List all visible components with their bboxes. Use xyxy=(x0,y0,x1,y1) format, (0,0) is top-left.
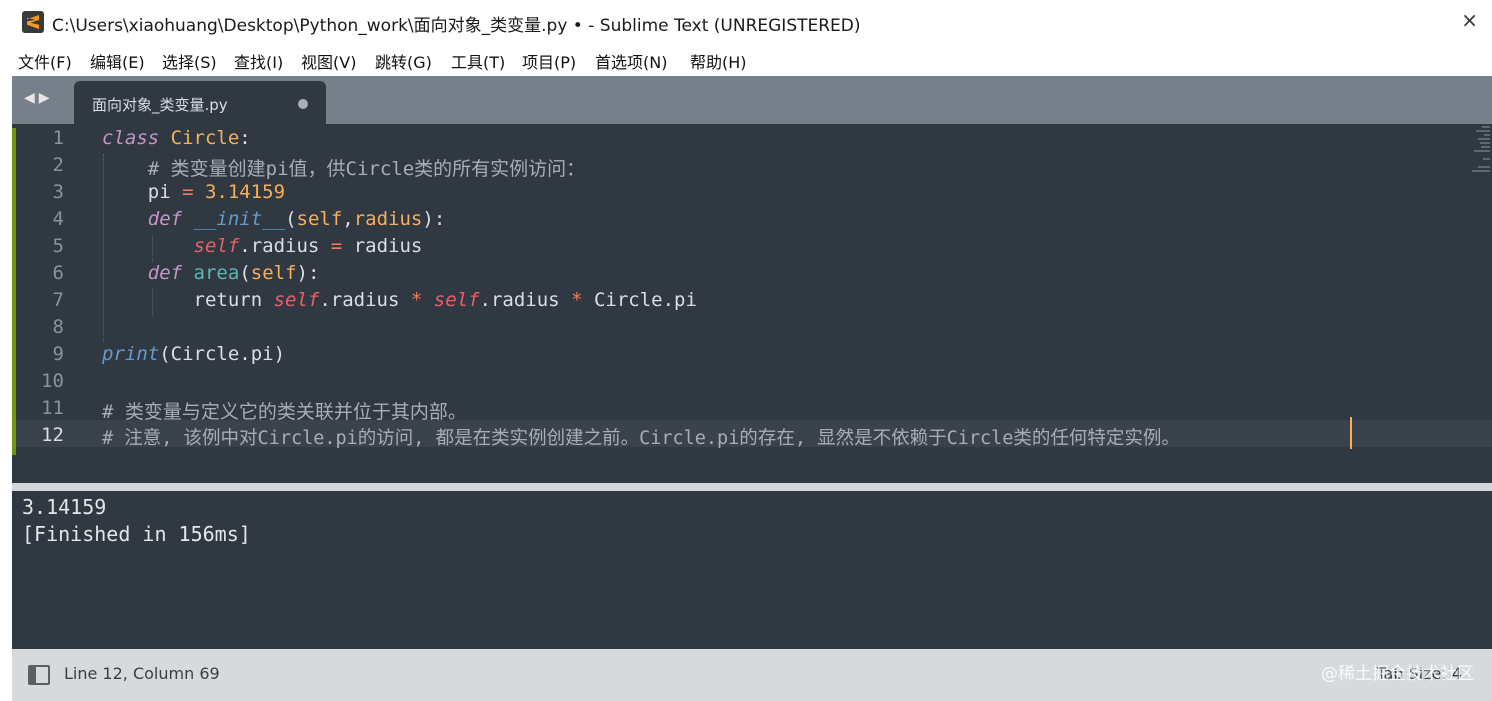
line-number: 10 xyxy=(41,370,64,392)
menu-edit[interactable]: 编辑(E) xyxy=(90,49,145,73)
close-icon[interactable]: × xyxy=(1461,8,1478,32)
menu-preferences[interactable]: 首选项(N) xyxy=(595,49,667,73)
menu-goto[interactable]: 跳转(G) xyxy=(375,49,432,73)
line-number: 6 xyxy=(52,262,64,284)
line-number-current: 12 xyxy=(41,424,64,446)
line-number: 8 xyxy=(52,316,64,338)
panel-toggle-icon[interactable] xyxy=(28,665,50,685)
menu-file[interactable]: 文件(F) xyxy=(18,49,72,73)
code-line-2: # 类变量创建pi值，供Circle类的所有实例访问： xyxy=(102,158,586,180)
line-number: 4 xyxy=(52,208,64,230)
line-number: 7 xyxy=(52,289,64,311)
window-left-edge xyxy=(0,76,12,701)
code-line-9: print(Circle.pi) xyxy=(102,343,286,365)
tab-bar: ◀▶ 面向对象_类变量.py xyxy=(12,76,1492,124)
code-line-6: def area(self): xyxy=(147,262,320,284)
tab-active-file[interactable]: 面向对象_类变量.py xyxy=(74,81,326,124)
line-number: 11 xyxy=(41,397,64,419)
build-output-panel[interactable]: 3.14159 [Finished in 156ms] xyxy=(12,491,1492,649)
menu-find[interactable]: 查找(I) xyxy=(234,49,283,73)
code-line-1: class Circle: xyxy=(102,127,251,149)
code-line-5: self.radius = radius xyxy=(193,235,423,257)
menu-project[interactable]: 项目(P) xyxy=(522,49,576,73)
minimap[interactable] xyxy=(1472,124,1492,184)
sublime-text-icon xyxy=(22,11,44,33)
code-editor[interactable]: 1 2 3 4 5 6 7 8 9 10 11 12 class Circle:… xyxy=(12,124,1492,483)
text-cursor xyxy=(1350,417,1352,449)
menu-help[interactable]: 帮助(H) xyxy=(690,49,747,73)
tab-label: 面向对象_类变量.py xyxy=(92,96,228,114)
menu-view[interactable]: 视图(V) xyxy=(301,49,356,73)
cursor-position: Line 12, Column 69 xyxy=(64,664,220,683)
code-line-7: return self.radius * self.radius * Circl… xyxy=(102,289,697,311)
panel-divider[interactable] xyxy=(12,483,1492,491)
code-line-4: def __init__(self,radius): xyxy=(147,208,446,230)
code-line-11: # 类变量与定义它的类关联并位于其内部。 xyxy=(102,401,467,423)
status-bar: Line 12, Column 69 Tab Size: 4 @稀土掘金技术社区 xyxy=(12,649,1492,701)
line-number: 2 xyxy=(52,154,64,176)
code-line-12: # 注意, 该例中对Circle.pi的访问, 都是在类实例创建之前。Circl… xyxy=(102,428,1180,449)
tab-nav-arrows-icon[interactable]: ◀▶ xyxy=(24,90,54,106)
line-number: 9 xyxy=(52,343,64,365)
line-number: 5 xyxy=(52,235,64,257)
line-number: 3 xyxy=(52,181,64,203)
code-line-3: pi = 3.14159 xyxy=(102,181,286,203)
menu-bar: 文件(F) 编辑(E) 选择(S) 查找(I) 视图(V) 跳转(G) 工具(T… xyxy=(0,44,1492,76)
line-number: 1 xyxy=(52,127,64,149)
title-bar: C:\Users\xiaohuang\Desktop\Python_work\面… xyxy=(0,0,1492,44)
menu-selection[interactable]: 选择(S) xyxy=(162,49,217,73)
output-line: 3.14159 xyxy=(22,495,107,519)
output-line: [Finished in 156ms] xyxy=(22,522,251,546)
menu-tools[interactable]: 工具(T) xyxy=(451,49,505,73)
unsaved-dot-icon[interactable] xyxy=(298,99,308,109)
window-title: C:\Users\xiaohuang\Desktop\Python_work\面… xyxy=(52,16,861,36)
watermark: @稀土掘金技术社区 xyxy=(1321,664,1474,684)
